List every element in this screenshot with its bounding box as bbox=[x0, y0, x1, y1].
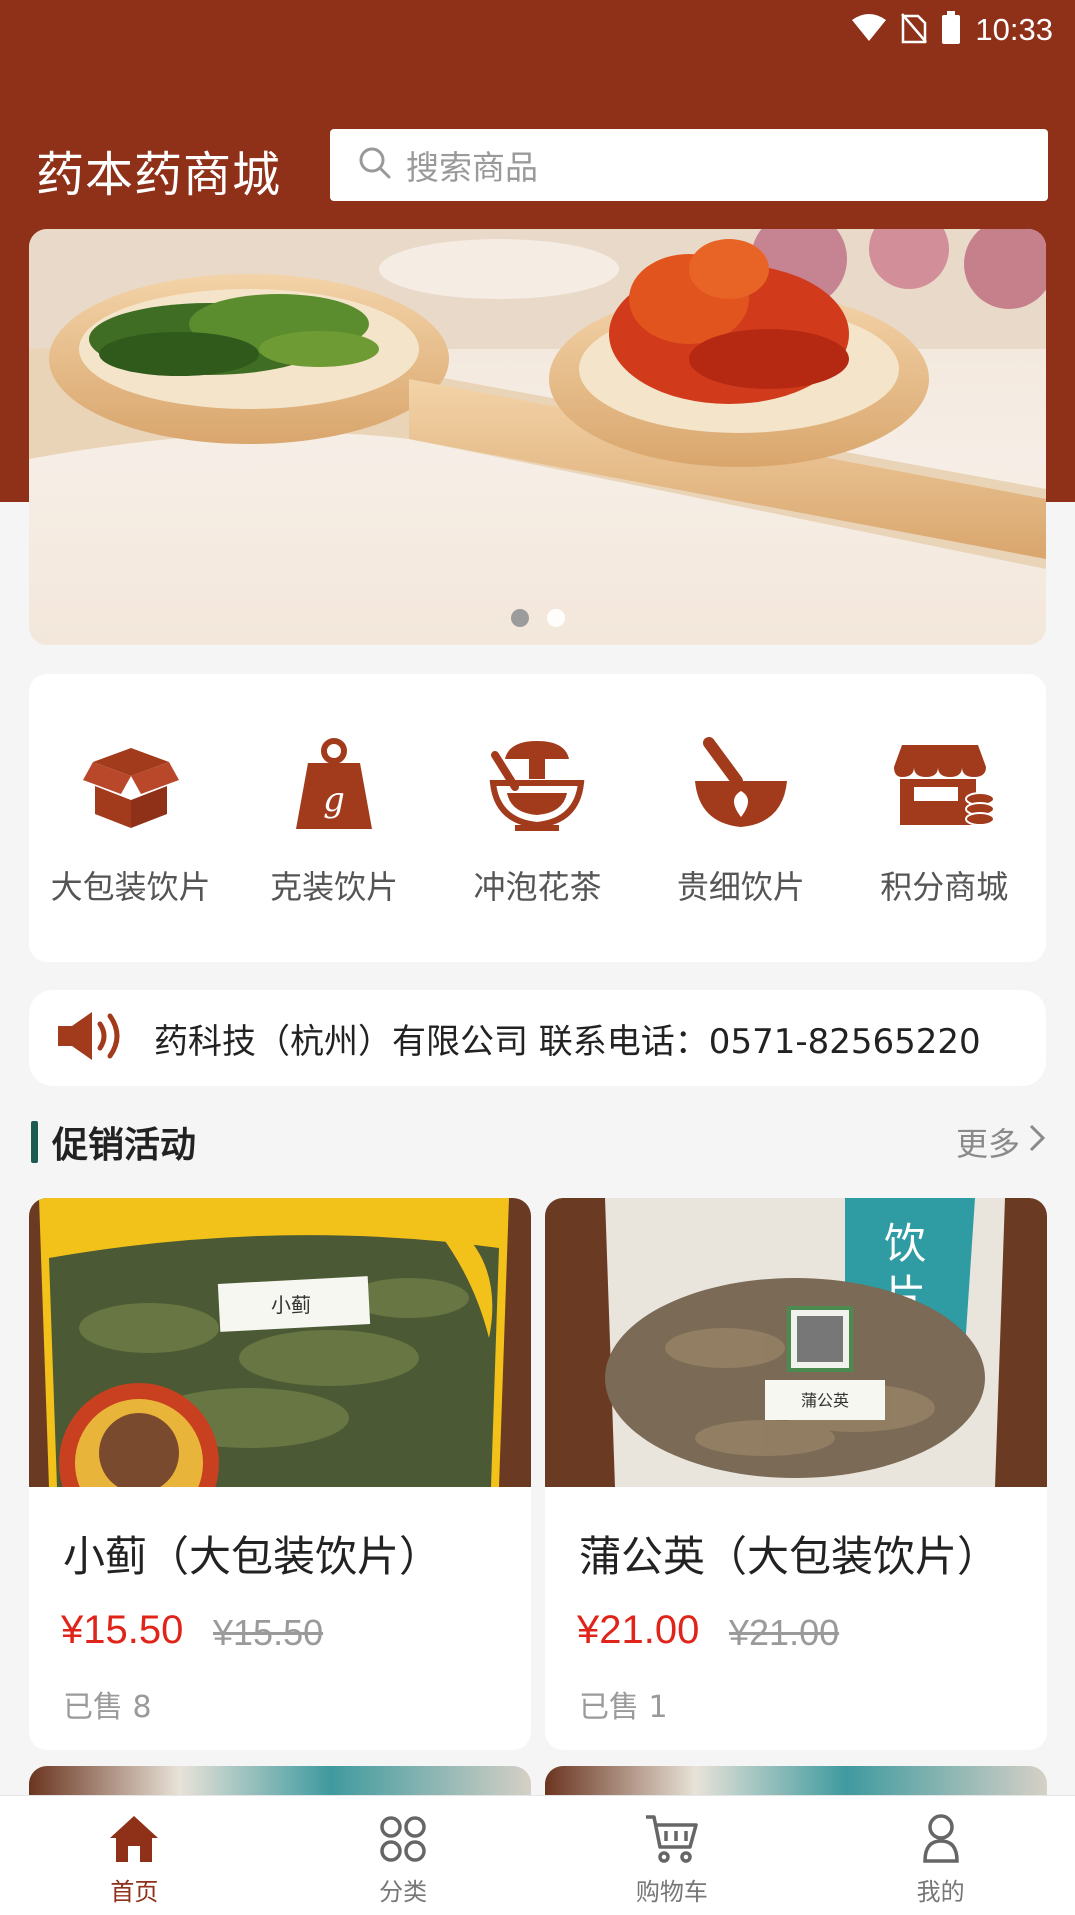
category-item[interactable]: 贵细饮片 bbox=[646, 730, 836, 908]
user-icon bbox=[921, 1810, 961, 1868]
banner-image bbox=[29, 229, 1046, 569]
category-label: 克装饮片 bbox=[270, 868, 399, 906]
svg-text:g: g bbox=[323, 780, 345, 820]
category-label: 积分商城 bbox=[880, 868, 1009, 906]
home-icon bbox=[108, 1810, 160, 1868]
battery-icon bbox=[941, 11, 961, 49]
product-price: ¥15.50 bbox=[61, 1608, 184, 1652]
status-time: 10:33 bbox=[975, 12, 1053, 47]
carousel-indicator bbox=[29, 609, 1046, 627]
tab-label: 分类 bbox=[379, 1878, 428, 1906]
notice-bar[interactable]: 药科技（杭州）有限公司 联系电话：0571-82565220 bbox=[29, 990, 1046, 1086]
bottom-tab-bar: 首页 分类 购物车 我的 bbox=[0, 1795, 1075, 1915]
product-name: 小蓟（大包装饮片） bbox=[63, 1532, 442, 1581]
category-item[interactable]: 大包装饮片 bbox=[36, 730, 226, 908]
notice-text: 药科技（杭州）有限公司 联系电话：0571-82565220 bbox=[154, 1021, 981, 1062]
product-sold-count: 已售 1 bbox=[579, 1690, 668, 1725]
product-sold-count: 已售 8 bbox=[63, 1690, 152, 1725]
tab-home[interactable]: 首页 bbox=[44, 1796, 224, 1907]
product-image: 小蓟 bbox=[29, 1198, 531, 1487]
tab-label: 购物车 bbox=[635, 1878, 708, 1906]
category-item[interactable]: 积分商城 bbox=[849, 730, 1039, 908]
carousel-dot[interactable] bbox=[510, 609, 529, 627]
grid-icon bbox=[378, 1810, 428, 1868]
promotions-header: 促销活动 更多 bbox=[31, 1116, 1046, 1168]
more-link[interactable]: 更多 bbox=[956, 1119, 1046, 1165]
category-grid: 大包装饮片 g 克装饮片 冲泡花茶 贵细饮片 积分商城 bbox=[29, 674, 1046, 962]
mortar-mushroom-icon bbox=[482, 730, 592, 840]
status-bar: 10:33 bbox=[851, 10, 1053, 50]
wifi-icon bbox=[851, 13, 887, 47]
banner-carousel[interactable] bbox=[29, 229, 1046, 645]
category-item[interactable]: g 克装饮片 bbox=[239, 730, 429, 908]
category-label: 冲泡花茶 bbox=[473, 868, 602, 906]
category-item[interactable]: 冲泡花茶 bbox=[442, 730, 632, 908]
gram-weight-icon: g bbox=[279, 730, 389, 840]
product-name: 蒲公英（大包装饮片） bbox=[579, 1532, 1000, 1581]
svg-text:饮: 饮 bbox=[884, 1219, 926, 1268]
search-input[interactable]: 搜索商品 bbox=[330, 129, 1048, 201]
store-coins-icon bbox=[889, 730, 999, 840]
category-label: 大包装饮片 bbox=[50, 868, 211, 906]
chevron-right-icon bbox=[1028, 1123, 1046, 1161]
tab-label: 首页 bbox=[110, 1878, 159, 1906]
speaker-icon bbox=[54, 1008, 126, 1068]
cart-icon bbox=[644, 1810, 700, 1868]
bag-label: 蒲公英 bbox=[801, 1391, 849, 1410]
section-accent-bar bbox=[31, 1121, 38, 1163]
search-placeholder: 搜索商品 bbox=[406, 148, 538, 187]
mortar-pestle-icon bbox=[686, 730, 796, 840]
category-label: 贵细饮片 bbox=[676, 868, 805, 906]
app-title: 药本药商城 bbox=[36, 147, 282, 203]
tab-profile[interactable]: 我的 bbox=[851, 1796, 1031, 1907]
open-box-icon bbox=[76, 730, 186, 840]
search-icon bbox=[358, 146, 392, 184]
product-original-price: ¥15.50 bbox=[213, 1612, 324, 1653]
tab-cart[interactable]: 购物车 bbox=[582, 1796, 762, 1907]
product-image: 饮 片 蒲公英 bbox=[545, 1198, 1047, 1487]
more-label: 更多 bbox=[955, 1125, 1020, 1163]
product-card[interactable]: 小蓟 小蓟（大包装饮片） ¥15.50 ¥15.50 已售 8 bbox=[29, 1198, 531, 1750]
product-card[interactable]: 饮 片 蒲公英 蒲公英（大包装饮片） ¥21.00 ¥21.00 已售 1 bbox=[545, 1198, 1047, 1750]
carousel-dot[interactable] bbox=[546, 609, 565, 627]
product-price: ¥21.00 bbox=[577, 1608, 700, 1652]
no-sim-icon bbox=[901, 12, 928, 48]
tab-category[interactable]: 分类 bbox=[313, 1796, 493, 1907]
section-title: 促销活动 bbox=[52, 1125, 197, 1166]
product-original-price: ¥21.00 bbox=[729, 1612, 840, 1653]
tab-label: 我的 bbox=[916, 1878, 965, 1906]
bag-label: 小蓟 bbox=[271, 1293, 311, 1317]
